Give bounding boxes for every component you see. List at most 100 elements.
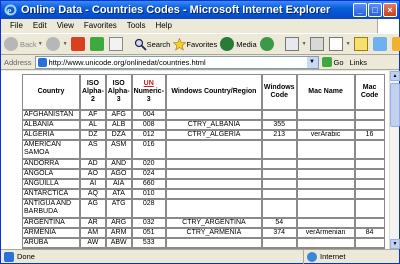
table-cell: AD (80, 159, 106, 169)
table-cell: AL (80, 120, 106, 130)
table-cell: AO (80, 169, 106, 179)
table-row: ANTIGUA AND BARBUDA AG ATG 028 (22, 199, 385, 218)
table-cell: 660 (131, 179, 166, 189)
print-button[interactable] (309, 37, 326, 51)
chevron-down-icon[interactable]: ▼ (306, 56, 318, 68)
table-cell: 028 (131, 199, 166, 218)
stop-icon (70, 37, 85, 51)
mail-button[interactable]: ▼ (284, 37, 307, 51)
table-row: ANTARCTICA AQ ATA 010 (22, 189, 385, 199)
discuss-button[interactable] (353, 37, 370, 51)
table-cell: 024 (131, 169, 166, 179)
table-cell (261, 189, 297, 199)
table-cell (261, 169, 297, 179)
table-cell: AS (80, 140, 106, 159)
table-cell: ANGUILLA (22, 179, 80, 189)
zone-label: Internet (320, 252, 346, 261)
header-un-numeric-3: UN Numeric-3 (131, 74, 166, 110)
table-cell (354, 199, 385, 218)
favorites-button[interactable]: Favorites (173, 37, 218, 51)
table-cell (165, 189, 262, 199)
media-button[interactable]: Media (220, 37, 257, 51)
table-row: ANDORRA AD AND 020 (22, 159, 385, 169)
stop-button[interactable] (70, 37, 87, 51)
discuss-icon (353, 37, 368, 51)
table-cell (354, 110, 385, 120)
table-row: ALGERIA DZ DZA 012 CTRY_ALGERIA 213 verArabic 1… (22, 130, 385, 140)
scroll-down-icon[interactable]: ▼ (390, 239, 400, 249)
refresh-button[interactable] (89, 37, 106, 51)
menu-favorites[interactable]: Favorites (79, 19, 122, 33)
favorites-label: Favorites (186, 39, 218, 49)
messenger-icon (372, 37, 387, 51)
table-cell (261, 110, 297, 120)
research-icon (391, 37, 400, 51)
window-controls: _ □ × (353, 3, 397, 17)
table-cell: 355 (261, 120, 297, 130)
go-button[interactable]: Go (321, 57, 344, 67)
edit-icon (328, 37, 343, 51)
home-icon (108, 37, 123, 51)
scroll-up-icon[interactable]: ▲ (390, 71, 400, 81)
minimize-button[interactable]: _ (353, 3, 367, 17)
links-button[interactable]: Links (350, 58, 368, 67)
table-row: ARMENIA AM ARM 051 CTRY_ARMENIA 374 verArmenia… (22, 228, 385, 238)
menu-file[interactable]: File (5, 19, 28, 33)
close-button[interactable]: × (383, 3, 397, 17)
edit-button[interactable]: ▼ (328, 37, 351, 51)
back-button[interactable]: Back ▼ (4, 37, 43, 51)
maximize-button[interactable]: □ (368, 3, 382, 17)
print-icon (309, 37, 324, 51)
page-content: Country ISO Alpha-2 ISO Alpha-3 UN Numeri… (1, 71, 389, 249)
window-title: Online Data - Countries Codes - Microsof… (21, 4, 331, 16)
table-cell (261, 179, 297, 189)
title-bar[interactable]: e Online Data - Countries Codes - Micros… (1, 1, 399, 19)
table-cell (354, 238, 385, 248)
search-button[interactable]: Search (134, 38, 170, 51)
table-cell (261, 159, 297, 169)
table-cell (165, 140, 262, 159)
table-cell (354, 218, 385, 228)
table-cell: AMERICAN SAMOA (22, 140, 80, 159)
table-cell (165, 169, 262, 179)
browser-window: e Online Data - Countries Codes - Micros… (0, 0, 400, 264)
menu-view[interactable]: View (52, 19, 79, 33)
un-link[interactable]: UN (134, 80, 164, 88)
table-cell: AR (80, 218, 106, 228)
table-cell: ARUBA (22, 238, 80, 248)
home-button[interactable] (108, 37, 125, 51)
header-windows-country: Windows Country/Region (165, 74, 262, 110)
table-cell: AFG (105, 110, 132, 120)
header-mac-code: Mac Code (354, 74, 385, 110)
menu-bar: File Edit View Favorites Tools Help (1, 19, 399, 33)
address-input[interactable]: http://www.unicode.org/onlinedat/countri… (34, 55, 319, 69)
menu-edit[interactable]: Edit (28, 19, 52, 33)
table-cell: AIA (105, 179, 132, 189)
ie-logo-icon: e (4, 4, 17, 16)
go-arrow-icon (321, 57, 332, 67)
table-cell (165, 199, 262, 218)
table-cell: 020 (131, 159, 166, 169)
table-cell: 032 (131, 218, 166, 228)
research-button[interactable] (391, 37, 400, 51)
messenger-button[interactable] (372, 37, 389, 51)
table-cell (354, 169, 385, 179)
history-button[interactable] (259, 37, 276, 51)
table-cell (261, 140, 297, 159)
table-cell: AG (80, 199, 106, 218)
vertical-scrollbar[interactable]: ▲ ▼ (389, 71, 400, 249)
scroll-thumb[interactable] (390, 83, 400, 127)
table-cell (354, 189, 385, 199)
table-cell: DZA (105, 130, 132, 140)
menu-help[interactable]: Help (150, 19, 176, 33)
forward-button[interactable]: ▼ (45, 37, 68, 51)
table-row: AMERICAN SAMOA AS ASM 016 (22, 140, 385, 159)
chevron-down-icon: ▼ (301, 41, 307, 47)
table-cell: AF (80, 110, 106, 120)
search-icon (134, 38, 147, 51)
menu-tools[interactable]: Tools (122, 19, 151, 33)
table-cell: AI (80, 179, 106, 189)
svg-text:e: e (7, 6, 12, 16)
table-cell (296, 199, 355, 218)
table-cell: ARMENIA (22, 228, 80, 238)
